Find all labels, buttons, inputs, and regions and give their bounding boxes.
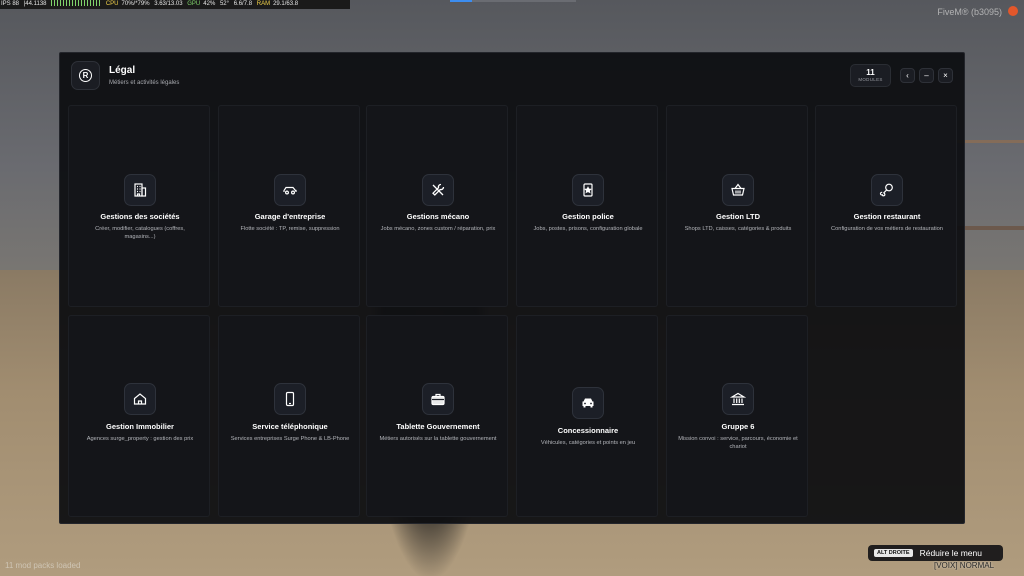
module-title: Garage d'entreprise [254,212,326,221]
car-front-icon [572,387,604,419]
module-title: Gestion restaurant [853,212,921,221]
mods-loaded-text: 11 mod packs loaded [5,561,81,570]
gpu-label: GPU [187,1,201,7]
legal-logo: R [71,61,100,90]
module-title: Tablette Gouvernement [396,422,480,431]
modules-counter: 11 MODULES [850,64,891,87]
module-card-societes[interactable]: Gestions des sociétés Créer, modifier, c… [68,105,210,307]
module-description: Configuration de vos métiers de restaura… [831,226,943,232]
module-title: Gestion Immobilier [106,422,174,431]
module-card-ltd[interactable]: Gestion LTD Shops LTD, caisses, catégori… [666,105,808,307]
panel-title: Légal [109,65,136,76]
module-card-gruppe6[interactable]: Gruppe 6 Mission convoi : service, parco… [666,315,808,517]
module-title: Gestion LTD [715,212,761,221]
module-description: Shops LTD, caisses, catégories & produit… [684,226,792,232]
building-icon [124,174,156,206]
legal-menu-panel: R Légal Métiers et activités légales 11 … [59,52,965,524]
keybind-text: Réduire le menu [919,548,982,558]
keybind-hint: ALT DROITE Réduire le menu [868,545,1003,561]
modules-count: 11 [866,68,875,77]
frametime-graph [51,0,102,7]
briefcase-icon [422,383,454,415]
module-description: Jobs mécano, zones custom / réparation, … [380,226,496,232]
house-icon [124,383,156,415]
registered-icon: R [79,69,92,82]
modules-grid: Gestions des sociétés Créer, modifier, c… [68,105,958,517]
module-description: Véhicules, catégories et points en jeu [540,440,636,446]
drumstick-icon [871,174,903,206]
gpu-readout: 42% [203,1,216,7]
ram-label: RAM [256,1,271,7]
module-description: Agences surge_property : gestion des pri… [86,436,194,442]
module-card-tablette[interactable]: Tablette Gouvernement Métiers autorisés … [366,315,508,517]
panel-subtitle: Métiers et activités légales [109,80,180,86]
module-card-police[interactable]: Gestion police Jobs, postes, prisons, co… [516,105,658,307]
cpu-label: CPU [105,1,119,7]
phone-icon [274,383,306,415]
module-card-immobilier[interactable]: Gestion Immobilier Agences surge_propert… [68,315,210,517]
module-title: Gestions mécano [406,212,470,221]
car-icon [274,174,306,206]
module-description: Flotte société : TP, remise, suppression [240,226,340,232]
module-title: Gruppe 6 [721,422,755,431]
module-description: Services entreprises Surge Phone & LB-Ph… [230,436,350,442]
top-progress-bar [450,0,576,2]
ram-readout: 29.1/63.8 [273,1,299,7]
back-button[interactable]: ‹ [900,68,915,83]
fps-readout: IPS 88 [1,1,20,7]
module-title: Gestions des sociétés [100,212,180,221]
module-description: Jobs, postes, prisons, configuration glo… [533,226,643,232]
module-title: Gestion police [562,212,614,221]
performance-stats-bar: IPS 88 |44.1138 CPU 70%/*79% 3.63/13.03 G… [0,0,350,9]
fivem-watermark: FiveM® (b3095) [937,7,1002,17]
vram-readout: 6.6/7.8 [233,1,253,7]
module-description: Créer, modifier, catalogues (coffres, ma… [95,226,185,240]
voice-status: [VOIX] NORMAL [934,561,995,570]
module-card-telephone[interactable]: Service téléphonique Services entreprise… [218,315,360,517]
module-card-garage[interactable]: Garage d'entreprise Flotte société : TP,… [218,105,360,307]
keybind-key: ALT DROITE [874,549,913,557]
bank-icon [722,383,754,415]
module-card-concessionnaire[interactable]: Concessionnaire Véhicules, catégories et… [516,315,658,517]
module-card-mecano[interactable]: Gestions mécano Jobs mécano, zones custo… [366,105,508,307]
frametime-readout: |44.1138 [23,1,47,7]
police-badge-icon [572,174,604,206]
wrench-screwdriver-icon [422,174,454,206]
module-card-restaurant[interactable]: Gestion restaurant Configuration de vos … [815,105,957,307]
shopping-basket-icon [722,174,754,206]
module-description: Mission convoi : service, parcours, écon… [678,436,798,450]
cpu-readout: 70%/*79% [121,1,150,7]
gpu-temp-readout: 52° [219,1,230,7]
modules-label: MODULES [858,77,883,82]
memory-readout: 3.63/13.03 [154,1,183,7]
module-title: Concessionnaire [557,426,619,435]
minimize-button[interactable]: – [919,68,934,83]
module-title: Service téléphonique [252,422,328,431]
fivem-logo-icon [1008,6,1018,16]
close-button[interactable]: × [938,68,953,83]
module-description: Métiers autorisés sur la tablette gouver… [379,436,497,442]
